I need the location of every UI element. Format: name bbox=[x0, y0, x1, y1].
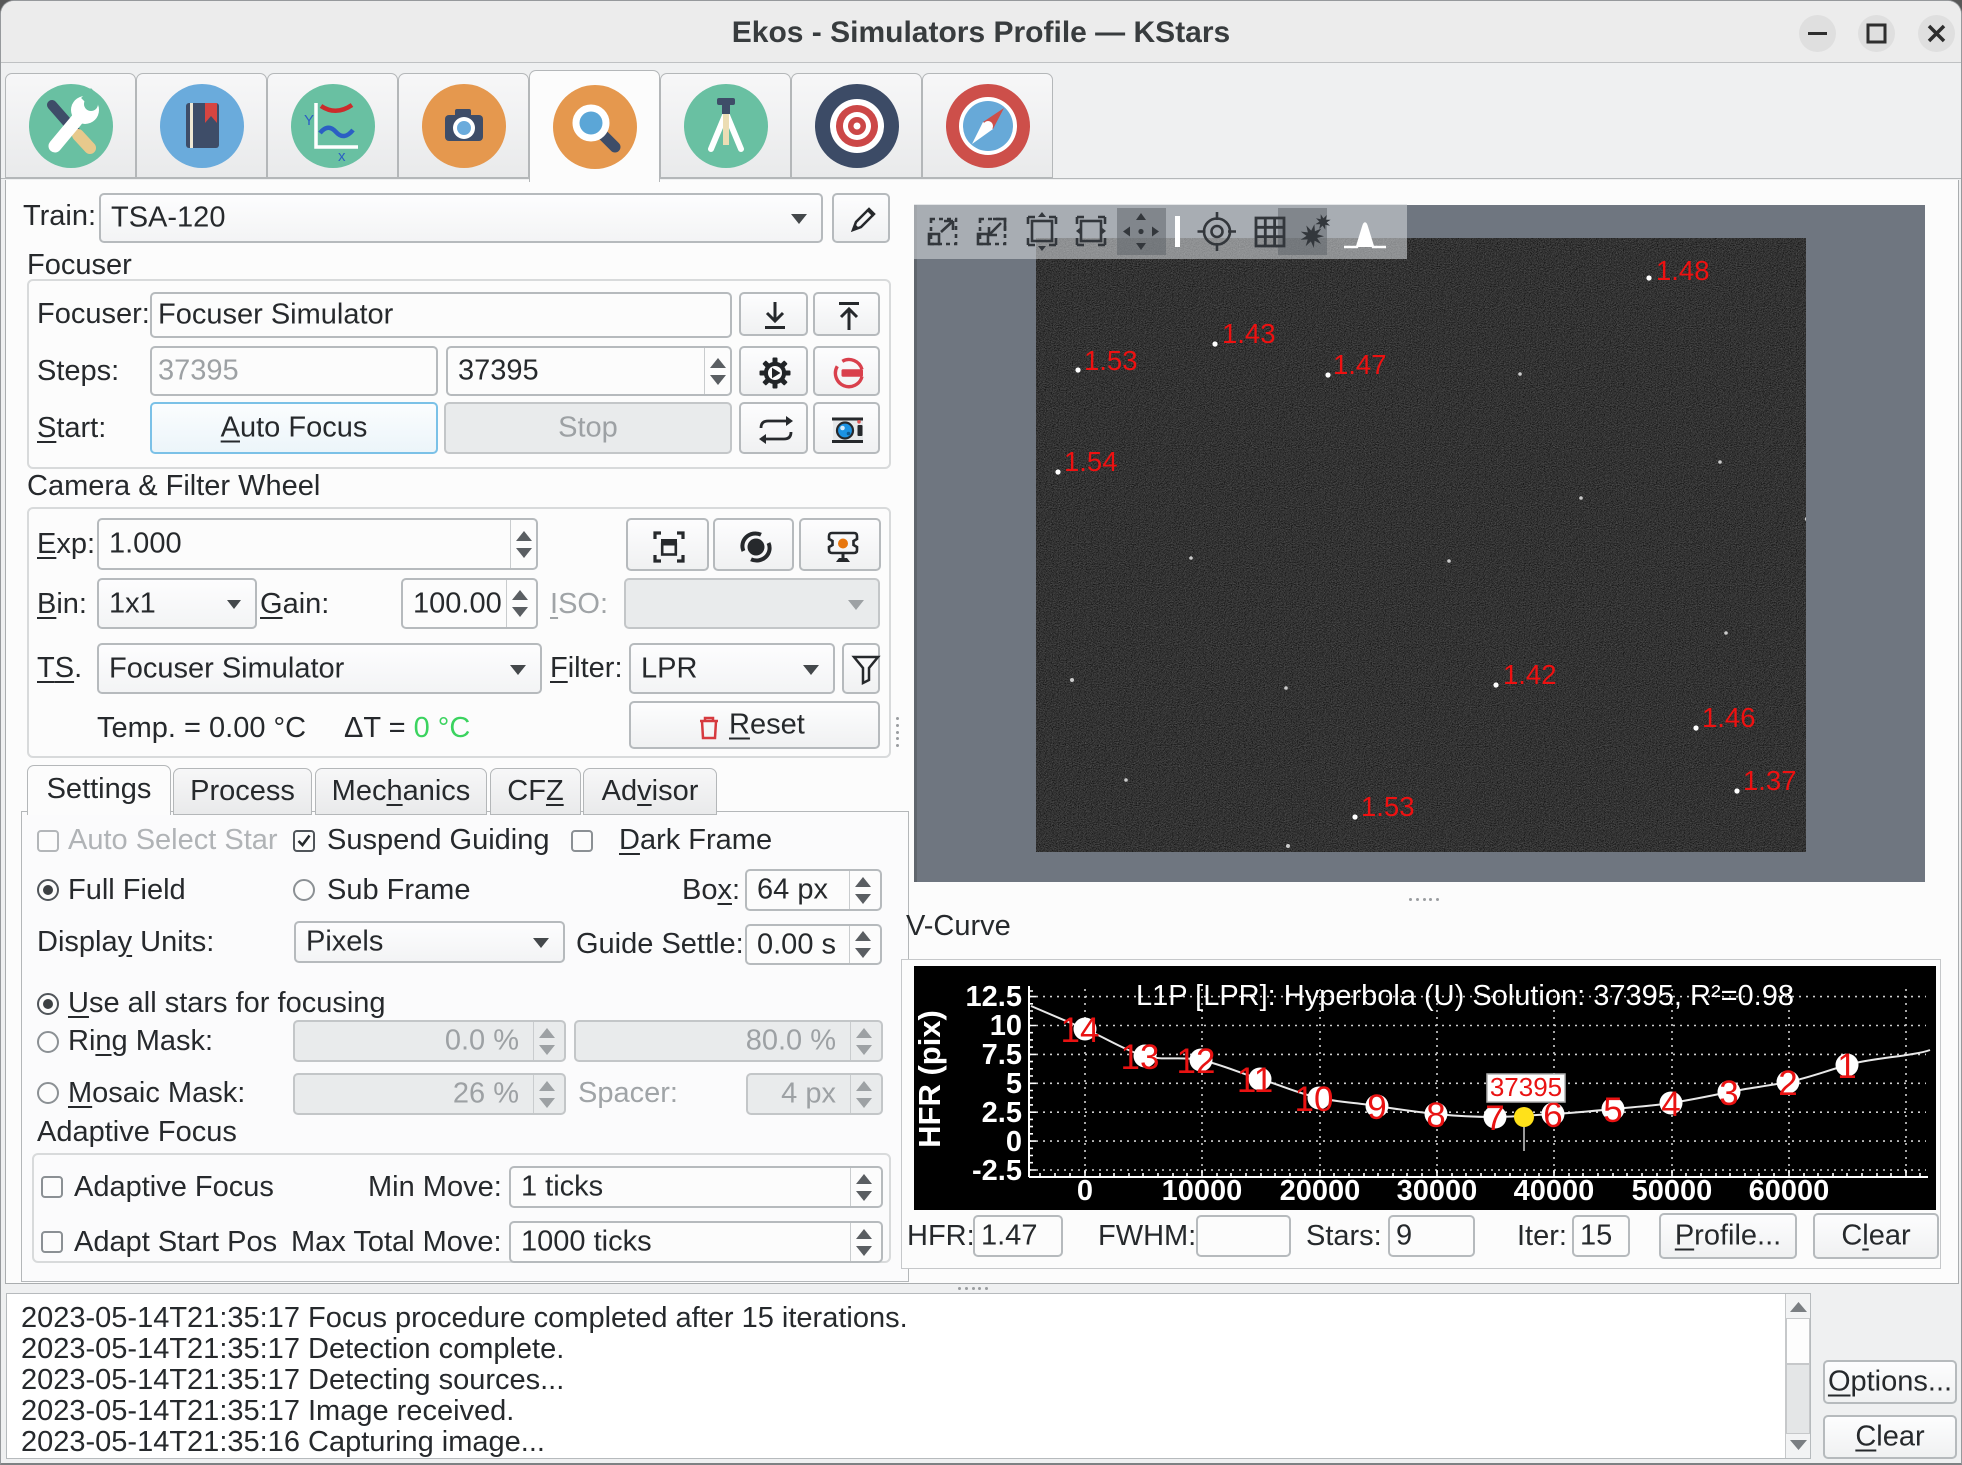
svg-text:1.43: 1.43 bbox=[1222, 318, 1276, 349]
svg-text:1.54: 1.54 bbox=[1064, 446, 1118, 477]
svg-text:x: x bbox=[338, 148, 346, 165]
svg-text:10000: 10000 bbox=[1162, 1175, 1243, 1207]
svg-text:HFR (pix): HFR (pix) bbox=[914, 1010, 947, 1148]
svg-text:L1P [LPR]: Hyperbola (U) Solut: L1P [LPR]: Hyperbola (U) Solution: 37395… bbox=[1136, 980, 1794, 1012]
svg-text:4: 4 bbox=[1661, 1085, 1680, 1124]
svg-text:10: 10 bbox=[990, 1010, 1022, 1042]
svg-text:3: 3 bbox=[1719, 1074, 1738, 1113]
svg-text:37395: 37395 bbox=[1490, 1072, 1562, 1102]
svg-text:7: 7 bbox=[1485, 1099, 1504, 1138]
svg-text:5: 5 bbox=[1603, 1091, 1622, 1130]
svg-text:1.48: 1.48 bbox=[1656, 255, 1710, 286]
svg-text:0: 0 bbox=[1006, 1126, 1022, 1158]
svg-text:5: 5 bbox=[1006, 1068, 1022, 1100]
svg-text:Y: Y bbox=[304, 112, 314, 129]
svg-text:7.5: 7.5 bbox=[982, 1039, 1022, 1071]
svg-text:12.5: 12.5 bbox=[966, 981, 1022, 1013]
svg-text:8: 8 bbox=[1426, 1096, 1445, 1135]
svg-text:9: 9 bbox=[1367, 1088, 1386, 1127]
svg-text:1.37: 1.37 bbox=[1743, 765, 1797, 796]
svg-text:40000: 40000 bbox=[1514, 1175, 1595, 1207]
svg-text:1: 1 bbox=[1837, 1047, 1856, 1086]
svg-text:1.42: 1.42 bbox=[1503, 659, 1557, 690]
svg-text:10: 10 bbox=[1295, 1080, 1334, 1119]
svg-text:1.47: 1.47 bbox=[1333, 349, 1387, 380]
svg-text:-2.5: -2.5 bbox=[972, 1155, 1022, 1187]
svg-text:1.53: 1.53 bbox=[1361, 791, 1415, 822]
svg-text:1.46: 1.46 bbox=[1702, 702, 1756, 733]
svg-text:14: 14 bbox=[1061, 1011, 1100, 1050]
svg-text:2: 2 bbox=[1778, 1064, 1797, 1103]
svg-text:20000: 20000 bbox=[1280, 1175, 1361, 1207]
svg-text:1.53: 1.53 bbox=[1084, 345, 1138, 376]
svg-text:2.5: 2.5 bbox=[982, 1097, 1022, 1129]
svg-text:50000: 50000 bbox=[1632, 1175, 1713, 1207]
svg-text:60000: 60000 bbox=[1749, 1175, 1830, 1207]
svg-text:30000: 30000 bbox=[1397, 1175, 1478, 1207]
svg-text:12: 12 bbox=[1177, 1042, 1216, 1081]
svg-text:13: 13 bbox=[1121, 1038, 1160, 1077]
svg-text:0: 0 bbox=[1077, 1175, 1093, 1207]
svg-text:11: 11 bbox=[1237, 1061, 1273, 1100]
